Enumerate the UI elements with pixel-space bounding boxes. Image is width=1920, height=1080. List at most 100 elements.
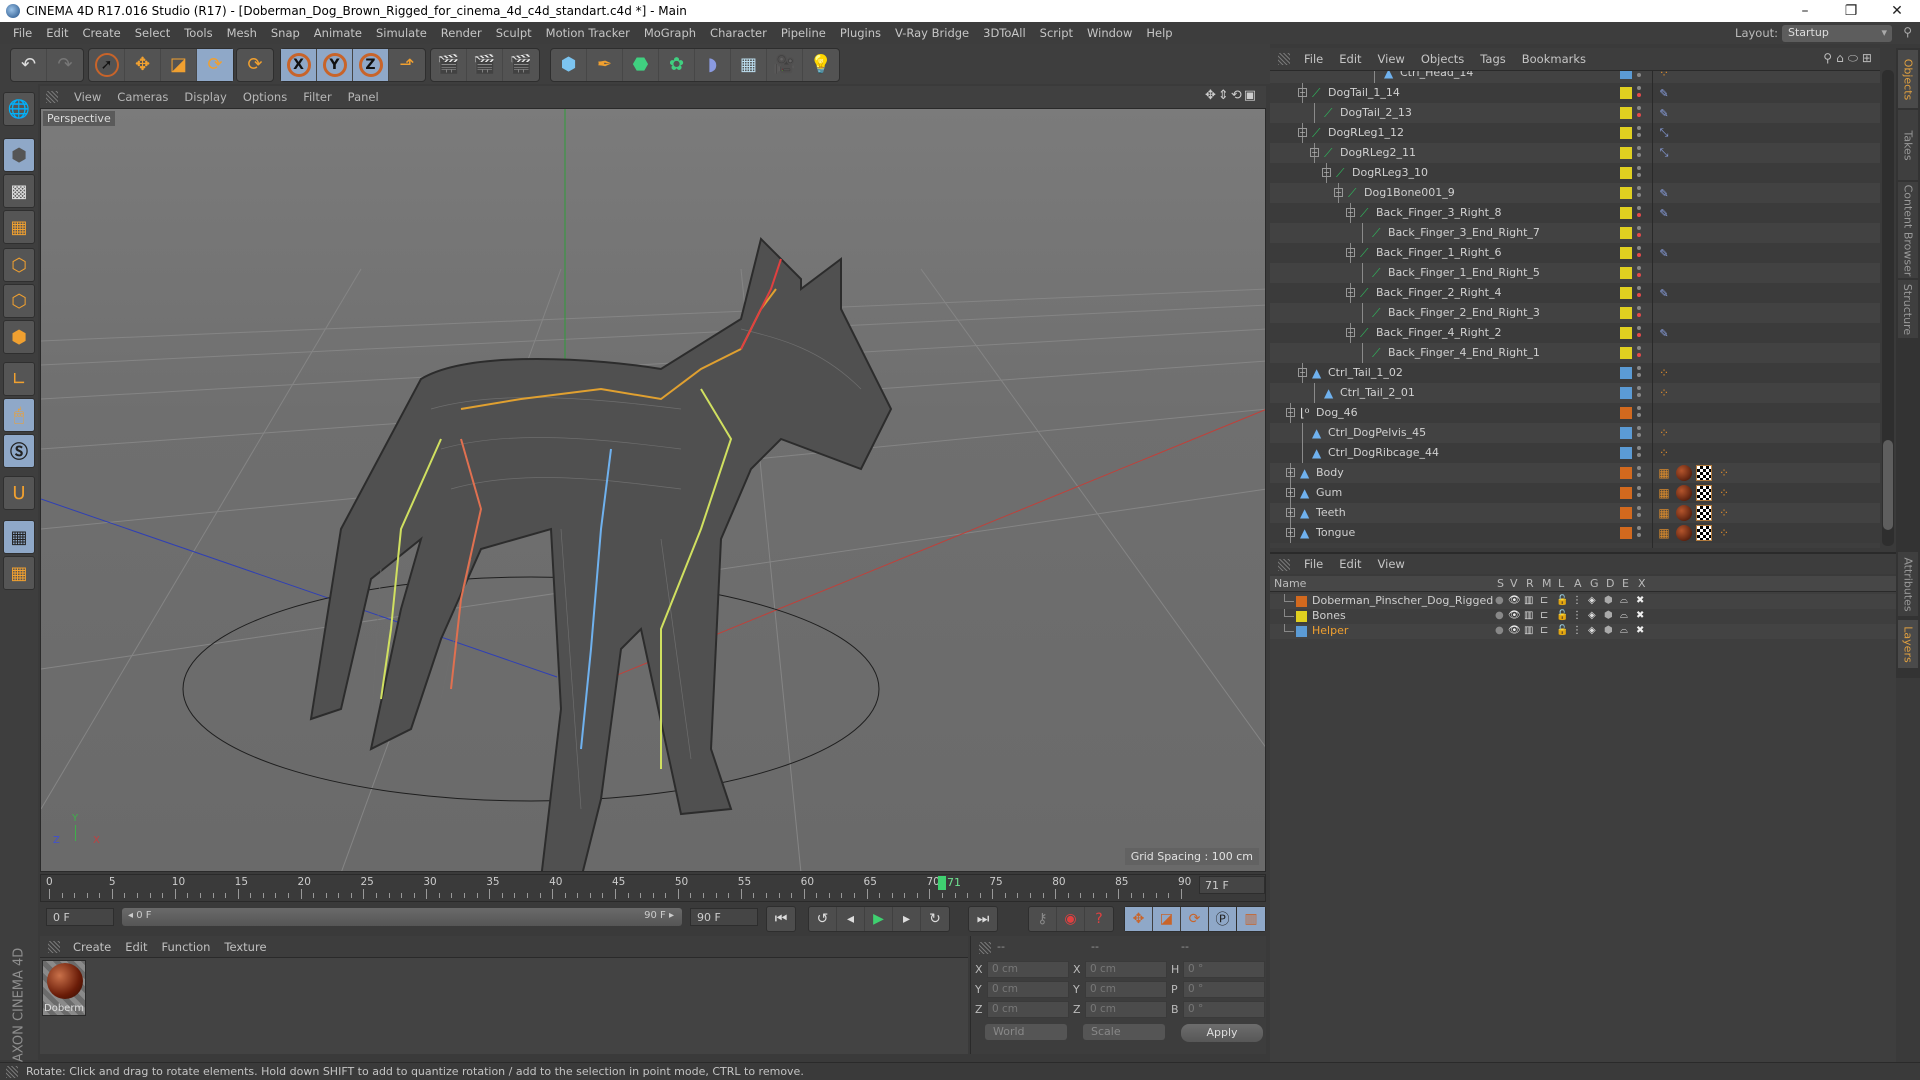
viewport-menu-display[interactable]: Display xyxy=(176,90,234,104)
visibility-dots[interactable] xyxy=(1637,186,1641,200)
scale-tool-button[interactable]: ◪ xyxy=(161,49,197,81)
texture-tag-icon[interactable] xyxy=(1696,485,1712,501)
layer-name[interactable]: Bones xyxy=(1312,609,1346,622)
visibility-dots[interactable] xyxy=(1637,146,1641,160)
viewport-menu-options[interactable]: Options xyxy=(235,90,295,104)
collapse-icon[interactable]: − xyxy=(1298,128,1307,137)
lock-icon[interactable]: 🔓 xyxy=(1556,595,1568,606)
axis-mode-button[interactable]: ∟ xyxy=(3,362,35,396)
subdivision-surface-button[interactable]: ⬣ xyxy=(623,49,659,81)
workplane-mode-button[interactable]: ▦ xyxy=(3,210,35,244)
object-name[interactable]: Ctrl_DogPelvis_45 xyxy=(1328,426,1426,439)
object-name[interactable]: Back_Finger_4_End_Right_1 xyxy=(1388,346,1540,359)
layer-color-swatch[interactable] xyxy=(1620,107,1632,119)
display-tag-icon[interactable]: ⁘ xyxy=(1716,525,1732,541)
collapse-icon[interactable]: − xyxy=(1310,148,1319,157)
x-axis-toggle[interactable]: X xyxy=(281,49,317,81)
visibility-dots[interactable] xyxy=(1637,226,1641,240)
coordinate-mode-select[interactable]: World xyxy=(985,1024,1067,1040)
material-swatch[interactable]: Doberm xyxy=(42,960,86,1016)
visible-eye-icon[interactable]: 👁 xyxy=(1508,610,1521,621)
layer-color-swatch[interactable] xyxy=(1620,307,1632,319)
visibility-dots[interactable] xyxy=(1637,126,1641,140)
apply-button[interactable]: Apply xyxy=(1181,1024,1263,1042)
object-name[interactable]: Back_Finger_2_Right_4 xyxy=(1376,286,1502,299)
object-name[interactable]: Back_Finger_3_Right_8 xyxy=(1376,206,1502,219)
generators-icon[interactable]: ◈ xyxy=(1588,625,1596,636)
object-menu-edit[interactable]: Edit xyxy=(1331,52,1369,66)
move-tool-button[interactable]: ✥ xyxy=(125,49,161,81)
solo-dot-icon[interactable]: ● xyxy=(1495,595,1504,606)
menu-sculpt[interactable]: Sculpt xyxy=(489,26,539,40)
visibility-dots[interactable] xyxy=(1637,486,1641,500)
previous-key-button[interactable]: ↺ xyxy=(809,907,837,931)
collapse-icon[interactable]: − xyxy=(1322,168,1331,177)
ik-tag-icon[interactable]: ✎ xyxy=(1656,245,1672,261)
layer-color-swatch[interactable] xyxy=(1620,207,1632,219)
expressions-icon[interactable]: ⌓ xyxy=(1620,595,1628,606)
layer-color-swatch[interactable] xyxy=(1620,327,1632,339)
light-button[interactable]: 💡 xyxy=(803,49,839,81)
object-menu-bookmarks[interactable]: Bookmarks xyxy=(1514,52,1594,66)
expand-icon[interactable]: + xyxy=(1286,468,1295,477)
live-selection-button[interactable]: ➚ xyxy=(89,49,125,81)
object-row[interactable]: ⟋ Back_Finger_4_End_Right_1 xyxy=(1270,343,1880,363)
side-tab-layers[interactable]: Layers xyxy=(1898,620,1918,668)
object-menu-tags[interactable]: Tags xyxy=(1472,52,1513,66)
layer-color-swatch[interactable] xyxy=(1620,387,1632,399)
column-header-l[interactable]: L xyxy=(1558,577,1564,590)
viewport-menu-filter[interactable]: Filter xyxy=(295,90,339,104)
ik-chain-tag-icon[interactable]: ⤡ xyxy=(1656,125,1672,141)
object-row[interactable]: − ⌊⁰ Dog_46 xyxy=(1270,403,1880,423)
deformer-button[interactable]: ◗ xyxy=(695,49,731,81)
object-name[interactable]: Ctrl_Tail_1_02 xyxy=(1328,366,1403,379)
visibility-dots[interactable] xyxy=(1637,326,1641,340)
menu-tools[interactable]: Tools xyxy=(177,26,219,40)
rotation-value-field[interactable]: 0 ° xyxy=(1183,1000,1265,1018)
collapse-icon[interactable]: − xyxy=(1346,248,1355,257)
layer-menu-file[interactable]: File xyxy=(1296,557,1331,571)
collapse-icon[interactable]: − xyxy=(1286,408,1295,417)
panel-grip-icon[interactable] xyxy=(1278,53,1290,65)
menu-snap[interactable]: Snap xyxy=(264,26,307,40)
restore-button[interactable]: ❐ xyxy=(1828,0,1874,22)
edges-mode-button[interactable]: ⬡ xyxy=(3,284,35,318)
manager-hierarchy-icon[interactable]: ⊏ xyxy=(1540,595,1548,606)
viewport-menu-view[interactable]: View xyxy=(66,90,109,104)
current-frame-field[interactable]: 71 F xyxy=(1199,876,1265,894)
position-value-field[interactable]: 0 cm xyxy=(987,960,1069,978)
object-name[interactable]: Ctrl_DogRibcage_44 xyxy=(1328,446,1439,459)
key-scale-toggle[interactable]: ◪ xyxy=(1153,907,1181,931)
object-row[interactable]: − ⟋ DogRLeg1_12 ⤡ xyxy=(1270,123,1880,143)
object-row[interactable]: ▲ Ctrl_Tail_2_01 ⁘ xyxy=(1270,383,1880,403)
object-name[interactable]: Back_Finger_3_End_Right_7 xyxy=(1388,226,1540,239)
object-row[interactable]: ⟋ Back_Finger_2_End_Right_3 xyxy=(1270,303,1880,323)
visibility-dots[interactable] xyxy=(1637,466,1641,480)
lock-workplane-button[interactable]: ▦ xyxy=(3,520,35,554)
panel-grip-icon[interactable] xyxy=(979,942,991,954)
object-name[interactable]: Ctrl_Head_14 xyxy=(1400,71,1473,79)
layer-color-swatch[interactable] xyxy=(1296,611,1307,622)
visibility-dots[interactable] xyxy=(1637,306,1641,320)
expand-icon[interactable]: + xyxy=(1286,528,1295,537)
object-row[interactable]: − ⟋ DogRLeg2_11 ⤡ xyxy=(1270,143,1880,163)
render-view-button[interactable]: 🎬 xyxy=(431,49,467,81)
object-name[interactable]: Back_Finger_1_Right_6 xyxy=(1376,246,1502,259)
layer-color-swatch[interactable] xyxy=(1620,427,1632,439)
xref-icon[interactable]: ✖ xyxy=(1636,625,1644,636)
object-manager-nav-icons[interactable]: ⚲⌂⬭⊞ xyxy=(1823,51,1876,66)
layer-row[interactable]: Doberman_Pinscher_Dog_Rigged ● 👁 ▥ ⊏ 🔓 ⋮ ◈ ⬢ ⌓ ✖ xyxy=(1270,594,1896,609)
menu-help[interactable]: Help xyxy=(1139,26,1179,40)
layer-color-swatch[interactable] xyxy=(1296,626,1307,637)
layer-color-swatch[interactable] xyxy=(1620,127,1632,139)
layer-color-swatch[interactable] xyxy=(1620,187,1632,199)
visible-eye-icon[interactable]: 👁 xyxy=(1508,625,1521,636)
expressions-icon[interactable]: ⌓ xyxy=(1620,610,1628,621)
menu-window[interactable]: Window xyxy=(1080,26,1139,40)
timeline-ruler[interactable]: 0 5 10 15 20 25 30 35 40 45 50 55 60 65 70 75 80 85 90 71 … xyxy=(40,874,1266,902)
menu-3dtoall[interactable]: 3DToAll xyxy=(976,26,1033,40)
layer-color-swatch[interactable] xyxy=(1620,367,1632,379)
menu-plugins[interactable]: Plugins xyxy=(833,26,888,40)
collapse-icon[interactable]: − xyxy=(1298,88,1307,97)
material-tag-icon[interactable] xyxy=(1676,505,1692,521)
